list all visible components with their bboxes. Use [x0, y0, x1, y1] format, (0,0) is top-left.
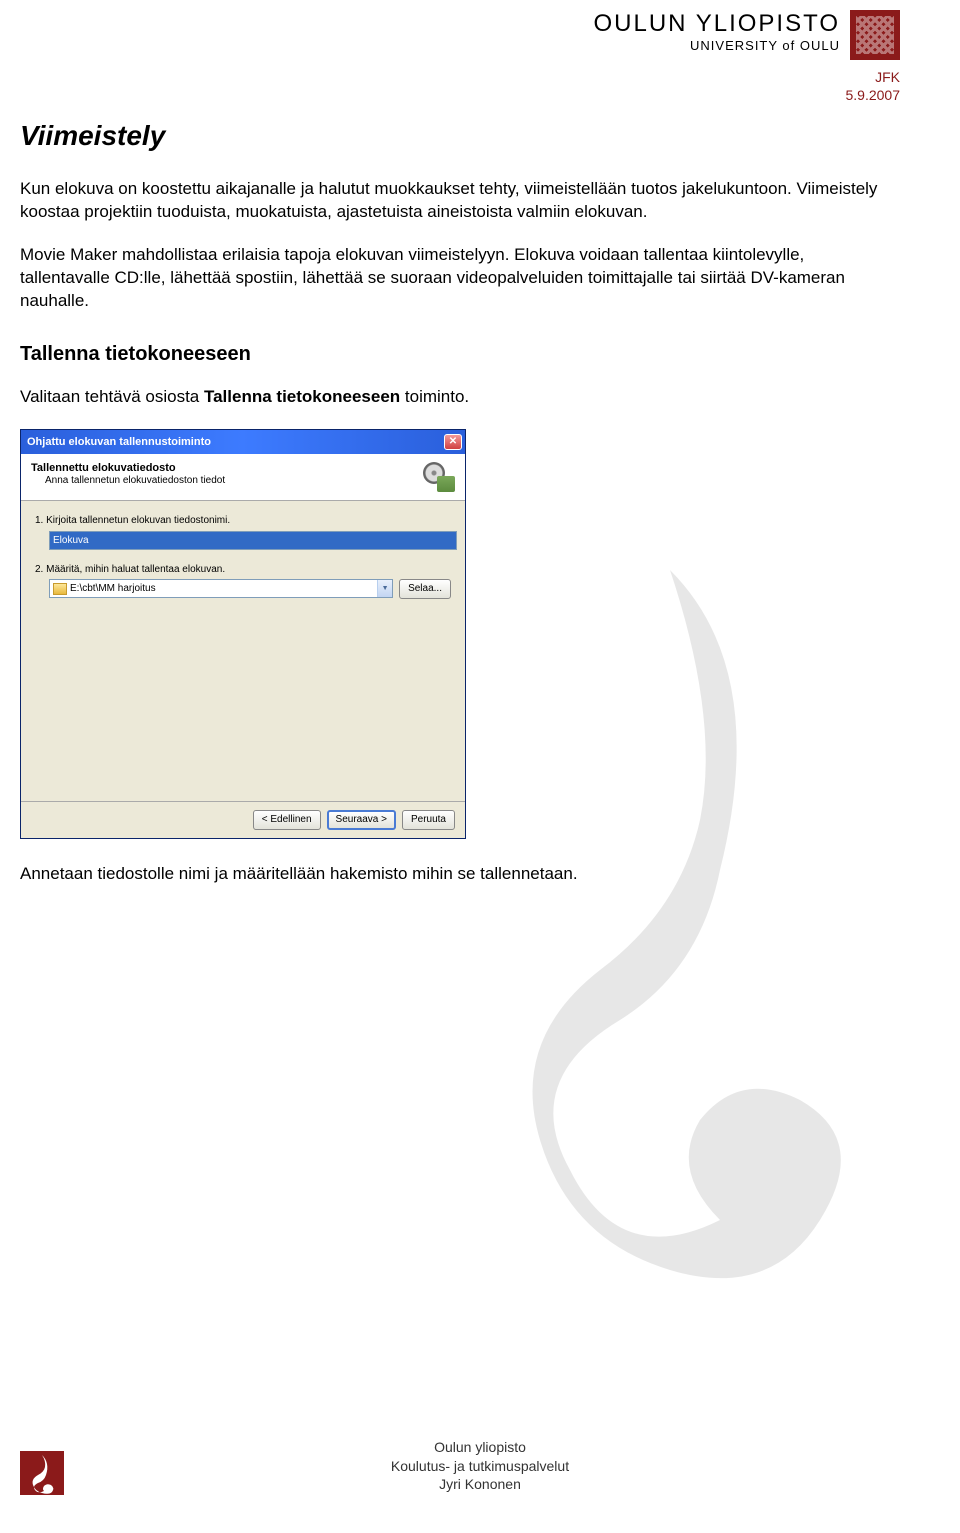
close-button[interactable]: ✕ — [444, 434, 462, 450]
dialog-title: Ohjattu elokuvan tallennustoiminto — [27, 436, 211, 448]
save-wizard-dialog: Ohjattu elokuvan tallennustoiminto ✕ Tal… — [20, 429, 466, 839]
dialog-titlebar[interactable]: Ohjattu elokuvan tallennustoiminto ✕ — [21, 430, 465, 454]
footer-line-1: Oulun yliopisto — [0, 1438, 960, 1456]
folder-icon — [53, 583, 67, 595]
back-button[interactable]: < Edellinen — [253, 810, 321, 830]
close-icon: ✕ — [449, 436, 457, 447]
folder-combo[interactable]: E:\cbt\MM harjoitus ▼ — [49, 579, 393, 598]
wizard-header: Tallennettu elokuvatiedosto Anna tallenn… — [21, 454, 465, 501]
university-logo-icon — [850, 10, 900, 60]
step-2-label: 2. Määritä, mihin haluat tallentaa eloku… — [35, 564, 451, 575]
wizard-header-title: Tallennettu elokuvatiedosto — [31, 462, 225, 474]
movie-file-icon — [419, 462, 455, 492]
logo-main: OULUN YLIOPISTO — [593, 10, 840, 38]
page-footer: Oulun yliopisto Koulutus- ja tutkimuspal… — [0, 1438, 960, 1493]
paragraph-2: Movie Maker mahdollistaa erilaisia tapoj… — [20, 244, 890, 313]
paragraph-3: Valitaan tehtävä osiosta Tallenna tietok… — [20, 386, 890, 409]
paragraph-1: Kun elokuva on koostettu aikajanalle ja … — [20, 178, 890, 224]
university-logo-text: OULUN YLIOPISTO UNIVERSITY of OULU — [593, 10, 840, 53]
footer-line-3: Jyri Kononen — [0, 1475, 960, 1493]
chevron-down-icon: ▼ — [377, 580, 392, 597]
filename-input[interactable] — [49, 531, 457, 550]
document-content: Viimeistely Kun elokuva on koostettu aik… — [20, 20, 900, 886]
wizard-header-subtitle: Anna tallennetun elokuvatiedoston tiedot — [45, 475, 225, 486]
document-date: 5.9.2007 — [846, 86, 901, 104]
logo-sub: UNIVERSITY of OULU — [593, 38, 840, 53]
page-header: OULUN YLIOPISTO UNIVERSITY of OULU — [593, 10, 900, 60]
section-heading: Tallenna tietokoneeseen — [20, 343, 900, 366]
page-title: Viimeistely — [20, 120, 900, 152]
footer-line-2: Koulutus- ja tutkimuspalvelut — [0, 1457, 960, 1475]
folder-path: E:\cbt\MM harjoitus — [70, 583, 156, 594]
document-meta: JFK 5.9.2007 — [846, 68, 901, 104]
paragraph-4: Annetaan tiedostolle nimi ja määritellää… — [20, 863, 890, 886]
wizard-footer: < Edellinen Seuraava > Peruuta — [21, 801, 465, 838]
step-1-label: 1. Kirjoita tallennetun elokuvan tiedost… — [35, 515, 451, 526]
wizard-body: 1. Kirjoita tallennetun elokuvan tiedost… — [21, 501, 465, 801]
browse-button[interactable]: Selaa... — [399, 579, 451, 599]
author-initials: JFK — [846, 68, 901, 86]
cancel-button[interactable]: Peruuta — [402, 810, 455, 830]
next-button[interactable]: Seuraava > — [327, 810, 396, 830]
